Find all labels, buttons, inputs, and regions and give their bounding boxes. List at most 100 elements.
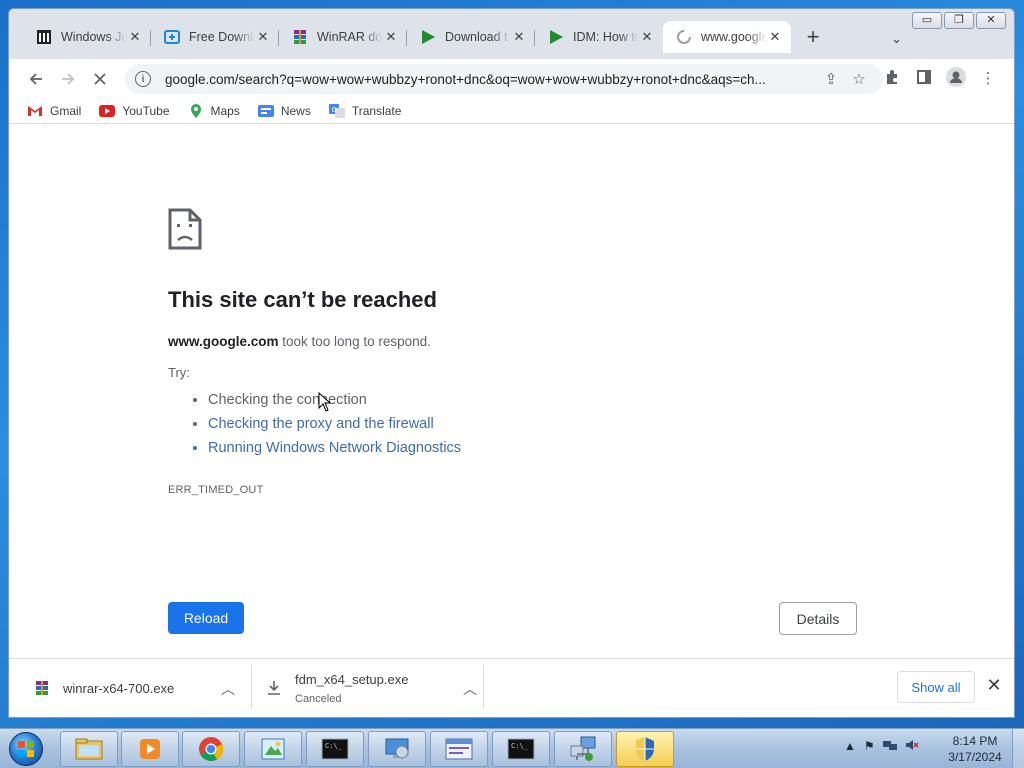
close-window-button[interactable]: ✕ bbox=[976, 12, 1006, 29]
side-panel-icon[interactable] bbox=[913, 69, 935, 89]
site-info-icon[interactable]: i bbox=[135, 71, 151, 87]
tab-label: Windows Ju bbox=[61, 30, 127, 44]
forward-button[interactable] bbox=[55, 66, 81, 92]
winrar-icon bbox=[33, 679, 51, 697]
taskbar: C:\_ C:\_ ▲ ⚑ 8:14 PM 3/17/2024 bbox=[0, 728, 1024, 768]
restore-button[interactable]: ❐ bbox=[944, 12, 974, 29]
suggestion-network-diagnostics-link[interactable]: Running Windows Network Diagnostics bbox=[208, 436, 461, 460]
download-shelf: winrar-x64-700.exe ︿ fdm_x64_setup.exe C… bbox=[9, 658, 1014, 717]
remote-desktop-icon bbox=[385, 738, 409, 759]
error-description-text: took too long to respond. bbox=[278, 334, 431, 349]
taskbar-cmd[interactable]: C:\_ bbox=[306, 731, 364, 767]
action-center-flag-icon[interactable]: ⚑ bbox=[864, 739, 875, 754]
tray-expand-icon[interactable]: ▲ bbox=[844, 739, 856, 754]
suggestion-check-proxy-link[interactable]: Checking the proxy and the firewall bbox=[208, 412, 461, 436]
tab-idm[interactable]: IDM: How to ✕ bbox=[535, 21, 663, 53]
tab-bar: ▭ ❐ ✕ Windows Ju ✕ Free Downlo ✕ WinRAR … bbox=[9, 9, 1014, 59]
close-shelf-icon[interactable]: ✕ bbox=[984, 675, 1004, 696]
download-item-fdm[interactable]: fdm_x64_setup.exe Canceled ︿ bbox=[265, 659, 485, 717]
minimize-button[interactable]: ▭ bbox=[912, 12, 942, 29]
new-tab-button[interactable]: + bbox=[797, 21, 829, 53]
bookmark-maps[interactable]: Maps bbox=[188, 104, 240, 118]
tab-download[interactable]: Download t ✕ bbox=[407, 21, 535, 53]
svg-text:G: G bbox=[331, 106, 336, 114]
cmd-icon: C:\_ bbox=[507, 738, 535, 760]
start-button[interactable] bbox=[4, 729, 48, 768]
explorer-icon bbox=[75, 738, 103, 760]
close-tab-icon[interactable]: ✕ bbox=[127, 29, 143, 45]
taskbar-cmd-2[interactable]: C:\_ bbox=[492, 731, 550, 767]
profile-avatar-icon[interactable] bbox=[945, 67, 967, 91]
system-clock[interactable]: 8:14 PM 3/17/2024 bbox=[944, 733, 1006, 765]
taskbar-remote-desktop[interactable] bbox=[368, 731, 426, 767]
network-icon bbox=[570, 736, 596, 761]
bookmark-youtube[interactable]: YouTube bbox=[99, 104, 170, 118]
reload-button[interactable]: Reload bbox=[168, 602, 244, 634]
tab-winrar[interactable]: WinRAR do ✕ bbox=[279, 21, 407, 53]
menu-kebab-icon[interactable]: ⋮ bbox=[977, 69, 999, 87]
chevron-up-icon[interactable]: ︿ bbox=[463, 679, 477, 699]
share-icon[interactable]: ⇪ bbox=[817, 70, 845, 88]
error-description: www.google.com took too long to respond. bbox=[168, 334, 431, 349]
close-tab-icon[interactable]: ✕ bbox=[639, 29, 655, 45]
maps-icon bbox=[188, 104, 204, 118]
control-panel-icon bbox=[445, 738, 473, 760]
play-icon bbox=[419, 28, 437, 46]
gmail-icon bbox=[27, 104, 43, 118]
tab-search-chevron-icon[interactable]: ⌄ bbox=[891, 31, 902, 47]
download-filename: fdm_x64_setup.exe bbox=[295, 671, 409, 687]
try-label: Try: bbox=[168, 365, 190, 380]
bookmark-label: Maps bbox=[210, 104, 240, 118]
system-tray: ▲ ⚑ bbox=[844, 739, 919, 754]
bookmark-gmail[interactable]: Gmail bbox=[27, 104, 81, 118]
bookmark-label: Gmail bbox=[50, 104, 82, 118]
tab-label: IDM: How to bbox=[573, 30, 639, 44]
extensions-icon[interactable] bbox=[881, 69, 903, 89]
taskbar-paint[interactable] bbox=[244, 731, 302, 767]
arrow-left-icon bbox=[29, 73, 42, 85]
tab-label: WinRAR do bbox=[317, 30, 383, 44]
paint-icon bbox=[261, 738, 285, 760]
translate-icon: G bbox=[328, 104, 345, 118]
bookmarks-bar: Gmail YouTube Maps News G Translate bbox=[9, 99, 1014, 123]
volume-muted-icon[interactable] bbox=[905, 739, 919, 754]
taskbar-explorer[interactable] bbox=[60, 731, 118, 767]
close-tab-icon[interactable]: ✕ bbox=[255, 29, 271, 45]
taskbar-chrome[interactable] bbox=[182, 731, 240, 767]
taskbar-control-panel[interactable] bbox=[430, 731, 488, 767]
taskbar-uac-shield[interactable] bbox=[616, 731, 674, 767]
mouse-cursor-icon bbox=[318, 392, 332, 412]
youtube-icon bbox=[99, 104, 116, 118]
uac-shield-icon bbox=[636, 737, 654, 761]
close-tab-icon[interactable]: ✕ bbox=[511, 29, 527, 45]
bookmark-news[interactable]: News bbox=[257, 104, 311, 118]
taskbar-media-player[interactable] bbox=[121, 731, 179, 767]
address-bar[interactable]: i google.com/search?q=wow+wow+wubbzy+ron… bbox=[125, 64, 883, 94]
tab-free-download[interactable]: Free Downlo ✕ bbox=[151, 21, 279, 53]
back-button[interactable] bbox=[23, 66, 49, 92]
close-icon bbox=[94, 73, 106, 85]
tab-google[interactable]: www.google ✕ bbox=[663, 21, 791, 53]
news-icon bbox=[257, 104, 274, 118]
download-filename: winrar-x64-700.exe bbox=[63, 680, 175, 696]
star-icon[interactable]: ☆ bbox=[845, 70, 873, 88]
chevron-up-icon[interactable]: ︿ bbox=[221, 679, 235, 699]
download-item-winrar[interactable]: winrar-x64-700.exe ︿ bbox=[33, 659, 243, 717]
tab-windows[interactable]: Windows Ju ✕ bbox=[23, 21, 151, 53]
suggestion-check-connection: Checking the connection bbox=[208, 388, 461, 412]
stop-button[interactable] bbox=[87, 66, 113, 92]
url-text: google.com/search?q=wow+wow+wubbzy+ronot… bbox=[165, 71, 766, 87]
bookmark-label: News bbox=[280, 104, 311, 118]
window-controls: ▭ ❐ ✕ bbox=[912, 12, 1006, 29]
error-code: ERR_TIMED_OUT bbox=[168, 484, 264, 496]
close-tab-icon[interactable]: ✕ bbox=[767, 29, 783, 45]
taskbar-network[interactable] bbox=[554, 731, 612, 767]
close-tab-icon[interactable]: ✕ bbox=[383, 29, 399, 45]
details-button[interactable]: Details bbox=[779, 602, 857, 635]
network-tray-icon[interactable] bbox=[882, 739, 897, 754]
tab-strip: Windows Ju ✕ Free Downlo ✕ WinRAR do ✕ D… bbox=[23, 21, 829, 53]
error-title: This site can’t be reached bbox=[168, 287, 437, 312]
show-all-button[interactable]: Show all bbox=[897, 671, 975, 703]
bookmark-translate[interactable]: G Translate bbox=[328, 104, 401, 118]
show-desktop-button[interactable] bbox=[1012, 729, 1024, 768]
